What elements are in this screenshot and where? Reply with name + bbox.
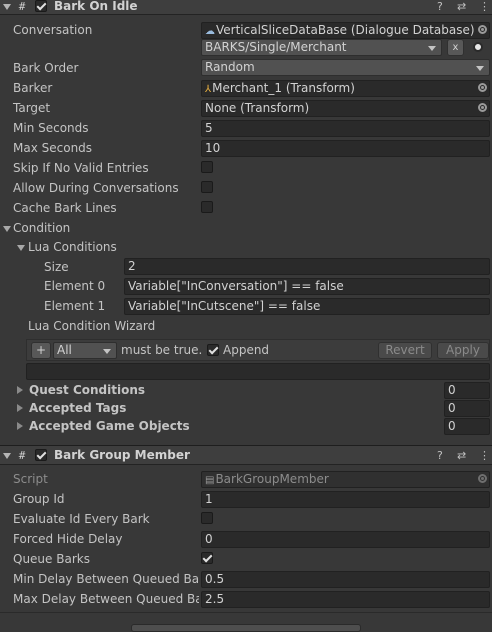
forced-hide-label: Forced Hide Delay <box>13 532 123 546</box>
append-checkbox[interactable] <box>207 344 219 356</box>
must-be-true-label: must be true. <box>121 343 203 357</box>
database-icon: ☁ <box>205 26 215 37</box>
min-delay-label: Min Delay Between Queued Bark <box>13 572 199 586</box>
group-id-field[interactable]: 1 <box>201 491 490 508</box>
max-seconds-label: Max Seconds <box>13 141 93 155</box>
transform-icon: ⅄ <box>205 84 212 95</box>
bark-order-label: Bark Order <box>13 61 79 75</box>
element-1-label: Element 1 <box>44 299 106 313</box>
skip-label: Skip If No Valid Entries <box>13 161 149 175</box>
quest-conditions-count[interactable]: 0 <box>444 382 490 399</box>
target-field[interactable]: None (Transform) <box>201 100 490 117</box>
conversation-dropdown[interactable]: BARKS/Single/Merchant <box>201 39 442 56</box>
accepted-tags-count[interactable]: 0 <box>444 400 490 417</box>
chevron-down-icon <box>428 46 436 51</box>
presets-icon[interactable]: ⇄ <box>457 0 466 13</box>
add-component-button[interactable] <box>131 624 361 632</box>
barker-label: Barker <box>13 81 53 95</box>
chevron-down-icon <box>103 349 111 354</box>
lua-conditions-foldout-icon[interactable] <box>17 245 25 251</box>
component-title: Bark On Idle <box>54 0 138 13</box>
object-picker-icon[interactable] <box>478 103 487 112</box>
accepted-objects-foldout-icon[interactable] <box>17 422 23 430</box>
group-id-label: Group Id <box>13 492 65 506</box>
max-seconds-field[interactable]: 10 <box>201 140 490 157</box>
append-label: Append <box>223 343 270 357</box>
script-field: ▤BarkGroupMember <box>201 471 490 488</box>
presets-icon[interactable]: ⇄ <box>457 449 466 462</box>
quest-conditions-label[interactable]: Quest Conditions <box>29 382 145 398</box>
bark-group-member-enabled-checkbox[interactable] <box>35 449 47 461</box>
lua-wizard-label: Lua Condition Wizard <box>28 319 156 333</box>
apply-button[interactable]: Apply <box>437 342 489 359</box>
object-picker-icon[interactable] <box>478 25 487 34</box>
wizard-mode-dropdown[interactable]: All <box>53 342 117 359</box>
condition-foldout-icon[interactable] <box>3 226 11 232</box>
cache-checkbox[interactable] <box>201 201 213 213</box>
kebab-menu-icon[interactable]: ⋮ <box>479 449 490 462</box>
quest-conditions-foldout-icon[interactable] <box>17 386 23 394</box>
forced-hide-field[interactable]: 0 <box>201 531 490 548</box>
component-title: Bark Group Member <box>54 448 190 462</box>
foldout-arrow-icon[interactable] <box>3 4 11 10</box>
element-0-field[interactable]: Variable["InConversation"] == false <box>124 278 490 295</box>
help-icon[interactable]: ? <box>437 0 443 13</box>
wizard-expression-field[interactable] <box>26 363 490 380</box>
max-delay-field[interactable]: 2.5 <box>201 591 490 608</box>
max-delay-label: Max Delay Between Queued Bark <box>13 592 199 606</box>
bark-order-dropdown[interactable]: Random <box>201 59 490 76</box>
accepted-tags-foldout-icon[interactable] <box>17 404 23 412</box>
wizard-add-button[interactable]: + <box>31 342 51 359</box>
min-seconds-field[interactable]: 5 <box>201 120 490 137</box>
evaluate-checkbox[interactable] <box>201 512 213 524</box>
min-delay-field[interactable]: 0.5 <box>201 571 490 588</box>
min-seconds-label: Min Seconds <box>13 121 89 135</box>
cache-label: Cache Bark Lines <box>13 201 117 215</box>
help-icon[interactable]: ? <box>437 449 443 462</box>
element-1-field[interactable]: Variable["InCutscene"] == false <box>124 298 490 315</box>
bark-on-idle-header[interactable]: # Bark On Idle ? ⇄ ⋮ <box>0 0 492 15</box>
lua-conditions-label[interactable]: Lua Conditions <box>28 239 117 255</box>
conversation-label: Conversation <box>13 23 93 37</box>
evaluate-label: Evaluate Id Every Bark <box>13 512 150 526</box>
clear-conversation-button[interactable]: x <box>447 39 464 56</box>
condition-label[interactable]: Condition <box>13 220 70 236</box>
bark-group-member-header[interactable]: # Bark Group Member ? ⇄ ⋮ <box>0 445 492 465</box>
script-icon: # <box>18 0 26 13</box>
object-picker-icon[interactable] <box>478 83 487 92</box>
divider <box>0 612 492 613</box>
select-conversation-icon[interactable] <box>473 42 483 52</box>
object-picker-icon <box>478 474 487 483</box>
size-field[interactable]: 2 <box>124 258 490 275</box>
size-label: Size <box>44 260 69 274</box>
queue-barks-checkbox[interactable] <box>201 552 213 564</box>
accepted-tags-label[interactable]: Accepted Tags <box>29 400 126 416</box>
barker-field[interactable]: ⅄Merchant_1 (Transform) <box>201 80 490 97</box>
allow-checkbox[interactable] <box>201 181 213 193</box>
dialogue-database-field[interactable]: ☁VerticalSliceDataBase (Dialogue Databas… <box>201 22 490 39</box>
accepted-objects-label[interactable]: Accepted Game Objects <box>29 418 190 434</box>
queue-barks-label: Queue Barks <box>13 552 90 566</box>
cs-script-icon: ▤ <box>205 475 215 486</box>
accepted-objects-count[interactable]: 0 <box>444 418 490 435</box>
script-label: Script <box>13 472 48 486</box>
target-label: Target <box>13 101 51 115</box>
foldout-arrow-icon[interactable] <box>3 453 11 459</box>
kebab-menu-icon[interactable]: ⋮ <box>479 0 490 13</box>
script-icon: # <box>18 449 26 462</box>
revert-button[interactable]: Revert <box>378 342 432 359</box>
skip-checkbox[interactable] <box>201 161 213 173</box>
element-0-label: Element 0 <box>44 279 106 293</box>
chevron-down-icon <box>476 66 484 71</box>
bark-on-idle-enabled-checkbox[interactable] <box>35 0 47 12</box>
allow-label: Allow During Conversations <box>13 181 179 195</box>
